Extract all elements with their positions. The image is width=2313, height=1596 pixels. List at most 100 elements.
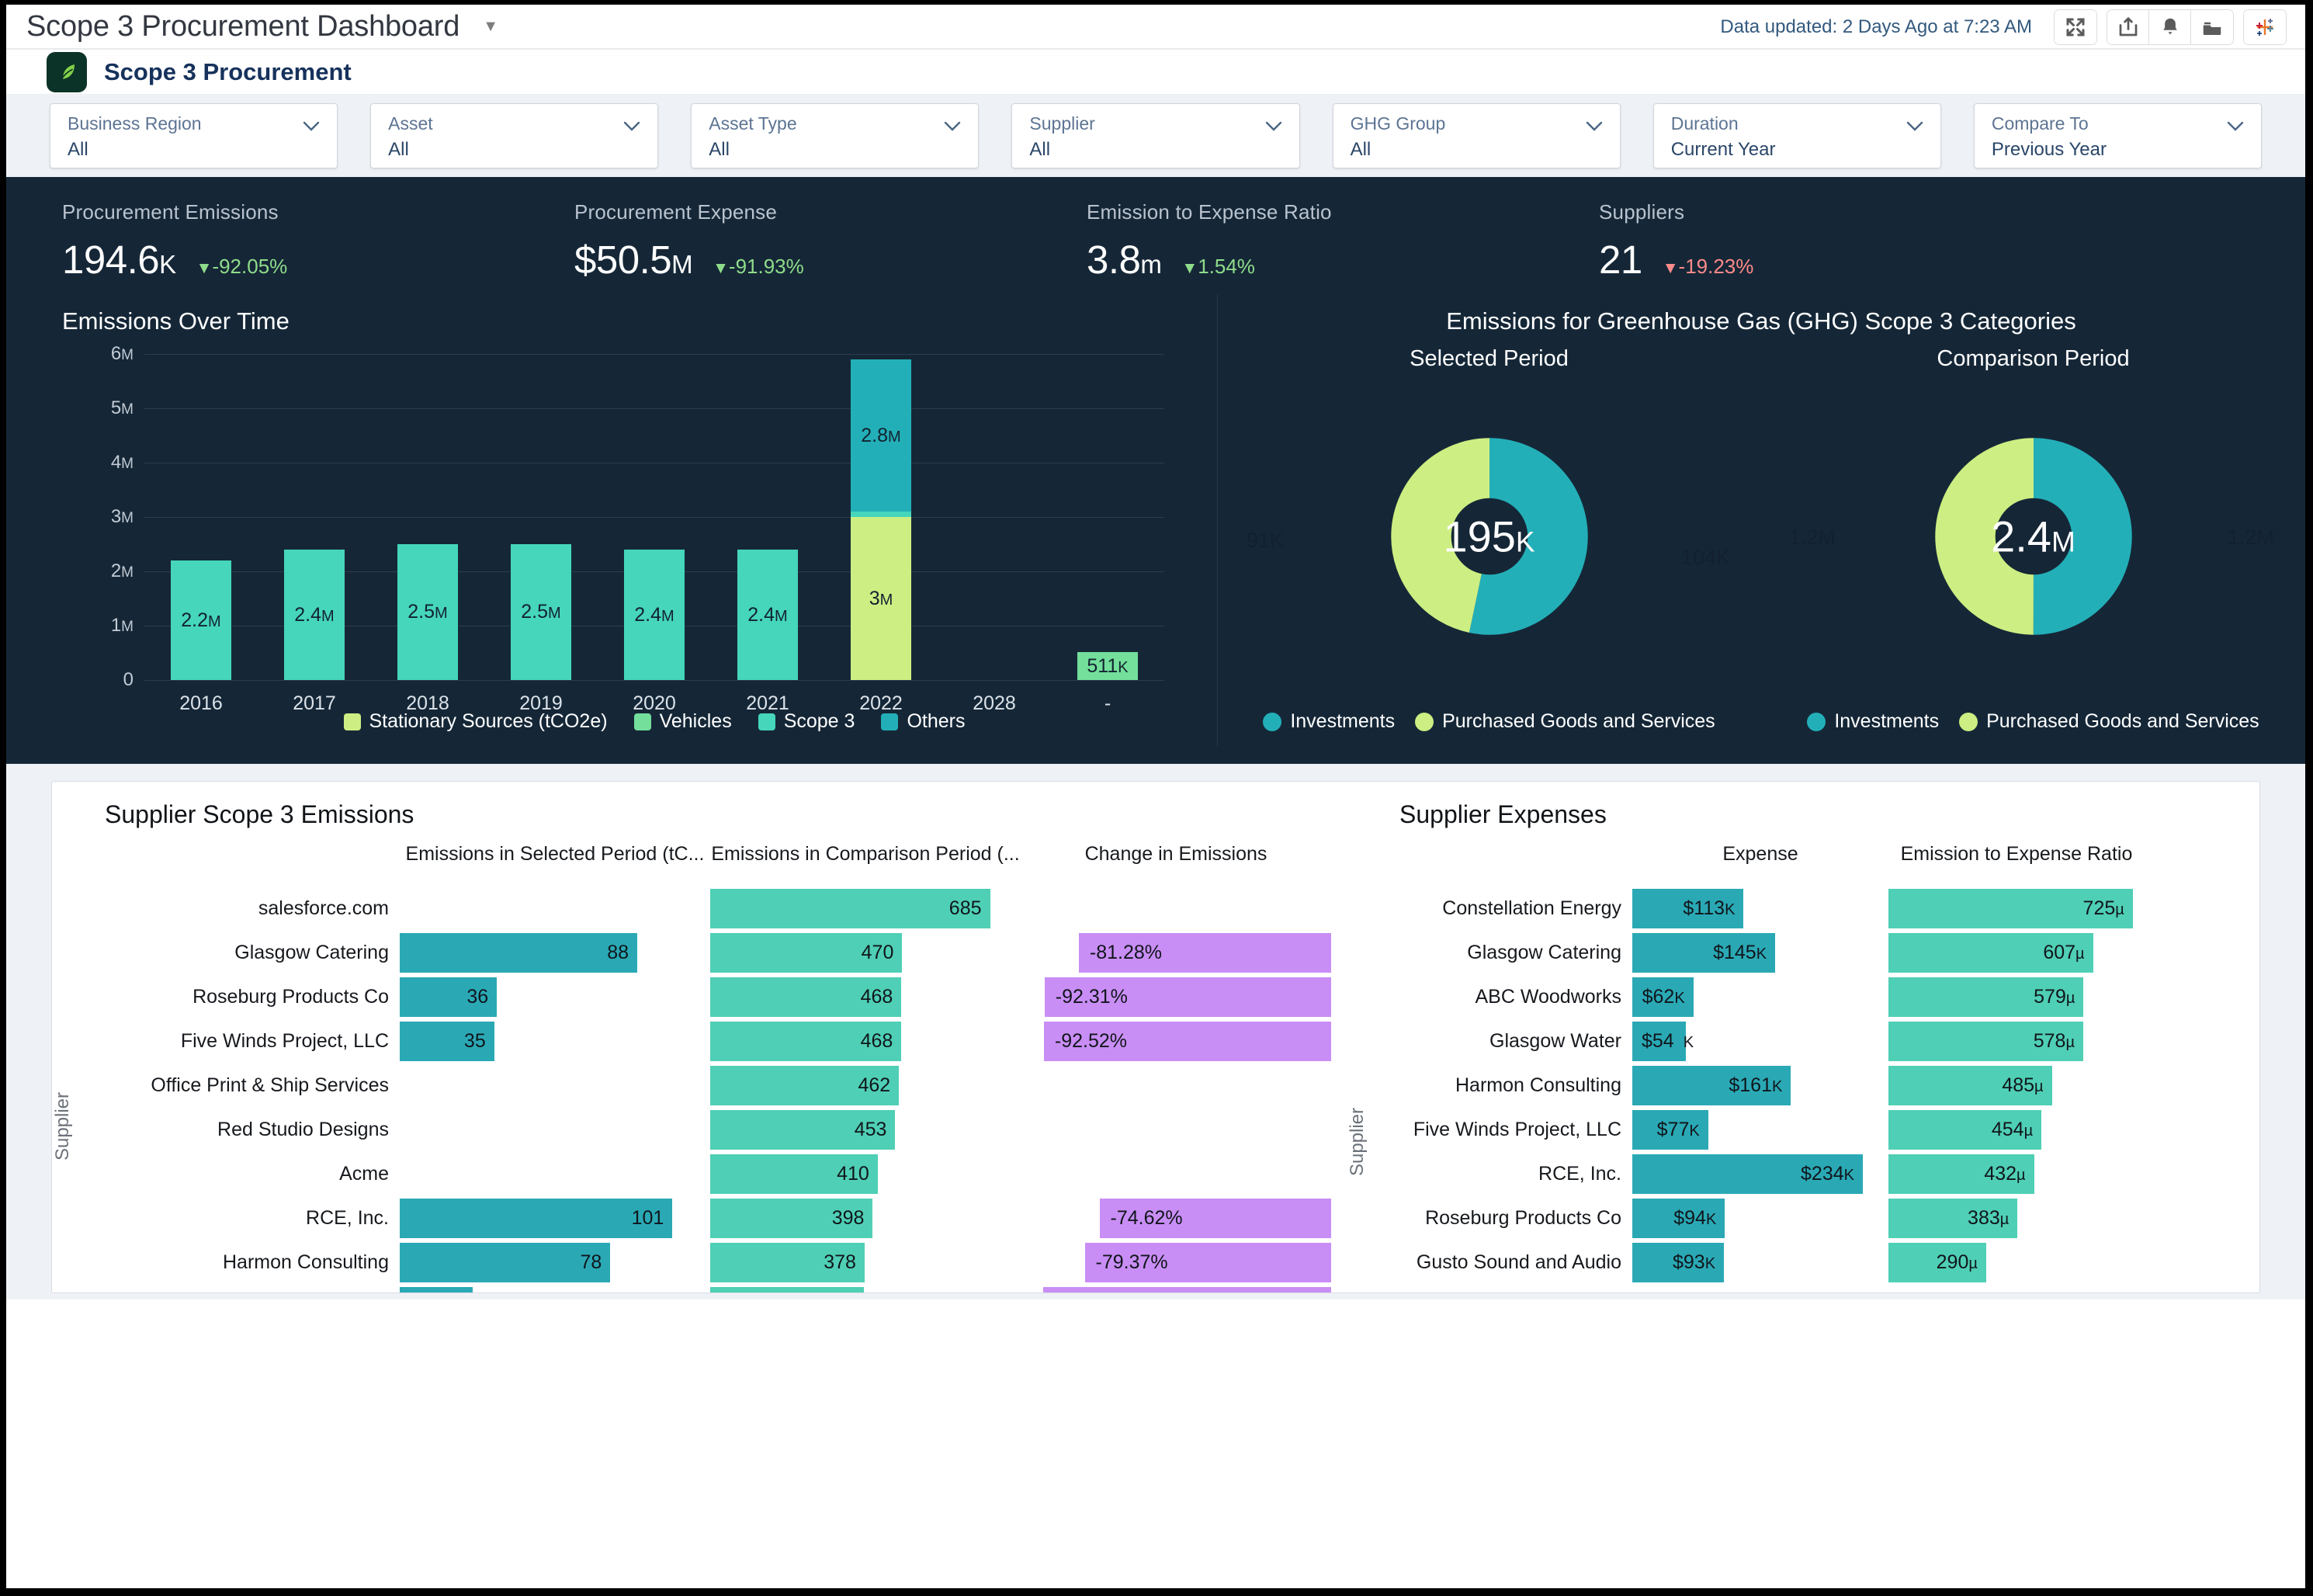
- chevron-down-icon[interactable]: [944, 121, 961, 132]
- row-label[interactable]: Five Winds Project, LLC: [1399, 1108, 1632, 1152]
- bar-segment[interactable]: [851, 512, 911, 517]
- value-bar[interactable]: $62K: [1632, 977, 1694, 1017]
- table-row[interactable]: [1021, 1063, 1331, 1108]
- emissions-over-time-chart[interactable]: 0 1M 2M 3M 4M 5M 6M 2.2M 2016 2.4M 2017 2.5M 2018 2.…: [62, 343, 1195, 732]
- table-row[interactable]: 454µ: [1888, 1108, 2145, 1152]
- value-bar[interactable]: $77K: [1632, 1110, 1708, 1150]
- value-bar[interactable]: [400, 1154, 408, 1194]
- donut-selected-period[interactable]: Selected Period 195K 104K 91K Investment…: [1217, 346, 1761, 733]
- kpi-suppliers[interactable]: Suppliers 21 ▼-19.23%: [1599, 177, 2034, 283]
- table-row[interactable]: $161K: [1632, 1063, 1888, 1108]
- bar-column[interactable]: 2.2M 2016: [144, 354, 258, 714]
- bar-segment[interactable]: 2.4M: [624, 550, 685, 680]
- table-row[interactable]: 470: [710, 931, 1021, 975]
- table-row[interactable]: -79.37%: [1021, 1240, 1331, 1285]
- chevron-down-icon[interactable]: [623, 121, 640, 132]
- table-row[interactable]: 468: [710, 975, 1021, 1019]
- row-label[interactable]: Acme: [105, 1152, 400, 1196]
- legend-item[interactable]: Stationary Sources (tCO2e): [343, 710, 608, 733]
- chevron-down-icon[interactable]: ▼: [483, 19, 498, 34]
- row-label[interactable]: Glasgow Catering: [105, 931, 400, 975]
- value-bar[interactable]: 579µ: [1888, 977, 2084, 1017]
- legend-item-investments[interactable]: Investments: [1263, 710, 1395, 733]
- row-label[interactable]: ABC Woodworks: [1399, 975, 1632, 1019]
- bar-segment[interactable]: 2.2M: [171, 560, 231, 680]
- table-row[interactable]: 578µ: [1888, 1019, 2145, 1063]
- row-label[interactable]: Gusto Sound and Audio: [105, 1285, 400, 1292]
- value-bar[interactable]: $94K: [1632, 1199, 1725, 1238]
- value-bar[interactable]: -92.84%: [1042, 1287, 1331, 1292]
- table-row[interactable]: $113K: [1632, 886, 1888, 931]
- legend-item[interactable]: Others: [881, 710, 965, 733]
- value-bar[interactable]: 685: [710, 889, 990, 928]
- table-row[interactable]: [1021, 886, 1331, 931]
- value-bar[interactable]: 36: [400, 977, 498, 1017]
- table-row[interactable]: -92.52%: [1021, 1019, 1331, 1063]
- table-row[interactable]: $54 K: [1632, 1019, 1888, 1063]
- legend-item[interactable]: Scope 3: [758, 710, 855, 733]
- value-bar[interactable]: 607µ: [1888, 933, 2093, 973]
- legend-item[interactable]: Vehicles: [633, 710, 732, 733]
- value-bar[interactable]: [1021, 1154, 1029, 1194]
- bar-column[interactable]: 511K -: [1051, 354, 1164, 714]
- table-row[interactable]: 579µ: [1888, 975, 2145, 1019]
- legend-item-purchased-goods[interactable]: Purchased Goods and Services: [1415, 710, 1715, 733]
- filter-supplier[interactable]: Supplier All: [1011, 103, 1300, 168]
- table-row[interactable]: 27: [400, 1285, 710, 1292]
- table-row[interactable]: 468: [710, 1019, 1021, 1063]
- chevron-down-icon[interactable]: [1906, 121, 1923, 132]
- table-row[interactable]: 398: [710, 1196, 1021, 1240]
- table-row[interactable]: 462: [710, 1063, 1021, 1108]
- download-icon[interactable]: [2191, 10, 2233, 44]
- value-bar[interactable]: 27: [400, 1287, 473, 1292]
- table-row[interactable]: $93K: [1632, 1240, 1888, 1285]
- bar-segment[interactable]: 511K: [1077, 652, 1138, 680]
- bar-column[interactable]: 2028: [938, 354, 1051, 714]
- table-row[interactable]: 101: [400, 1196, 710, 1240]
- value-bar[interactable]: 454µ: [1888, 1110, 2042, 1150]
- table-row[interactable]: 290µ: [1888, 1240, 2145, 1285]
- row-label[interactable]: Harmon Consulting: [105, 1240, 400, 1285]
- row-label[interactable]: salesforce.com: [105, 886, 400, 931]
- value-bar[interactable]: $145K: [1632, 933, 1776, 973]
- table-row[interactable]: $234K: [1632, 1152, 1888, 1196]
- filter-asset[interactable]: Asset All: [370, 103, 659, 168]
- table-row[interactable]: [1021, 1108, 1331, 1152]
- bar-segment[interactable]: 2.8M: [851, 359, 911, 512]
- value-bar[interactable]: 88: [400, 933, 638, 973]
- table-row[interactable]: $94K: [1632, 1196, 1888, 1240]
- row-label[interactable]: Glasgow Catering: [1399, 931, 1632, 975]
- table-row[interactable]: $62K: [1632, 975, 1888, 1019]
- table-row[interactable]: 685: [710, 886, 1021, 931]
- table-row[interactable]: 88: [400, 931, 710, 975]
- filter-compare-to[interactable]: Compare To Previous Year: [1973, 103, 2262, 168]
- table-row[interactable]: -92.31%: [1021, 975, 1331, 1019]
- value-bar[interactable]: [1021, 1110, 1029, 1150]
- bar-column[interactable]: 2.4M 2017: [258, 354, 371, 714]
- table-row[interactable]: [400, 1108, 710, 1152]
- value-bar[interactable]: 485µ: [1888, 1066, 2052, 1105]
- bar-segment[interactable]: 2.5M: [397, 544, 458, 680]
- bar-column[interactable]: 2.5M 2018: [371, 354, 484, 714]
- bar-segment[interactable]: 3M: [851, 517, 911, 680]
- bar-column[interactable]: 2.4M 2021: [711, 354, 824, 714]
- value-bar[interactable]: 468: [710, 977, 902, 1017]
- legend-item-investments[interactable]: Investments: [1807, 710, 1939, 733]
- bar-segment[interactable]: 2.5M: [511, 544, 571, 680]
- value-bar[interactable]: 383µ: [1888, 1199, 2018, 1238]
- table-row[interactable]: 410: [710, 1152, 1021, 1196]
- bar-column[interactable]: 2.5M 2019: [484, 354, 598, 714]
- table-row[interactable]: -81.28%: [1021, 931, 1331, 975]
- row-label[interactable]: Red Studio Designs: [105, 1108, 400, 1152]
- value-bar[interactable]: $161K: [1632, 1066, 1791, 1105]
- value-bar[interactable]: [1021, 889, 1029, 928]
- share-icon[interactable]: [2107, 10, 2149, 44]
- table-row[interactable]: $145K: [1632, 931, 1888, 975]
- table-row[interactable]: 78: [400, 1240, 710, 1285]
- row-label[interactable]: Office Print & Ship Services: [105, 1063, 400, 1108]
- value-bar[interactable]: 35: [400, 1022, 494, 1061]
- kpi-procurement-expense[interactable]: Procurement Expense $50.5M ▼-91.93%: [574, 177, 1087, 283]
- value-bar[interactable]: 432µ: [1888, 1154, 2034, 1194]
- value-bar[interactable]: [1021, 1066, 1029, 1105]
- legend-item-purchased-goods[interactable]: Purchased Goods and Services: [1959, 710, 2259, 733]
